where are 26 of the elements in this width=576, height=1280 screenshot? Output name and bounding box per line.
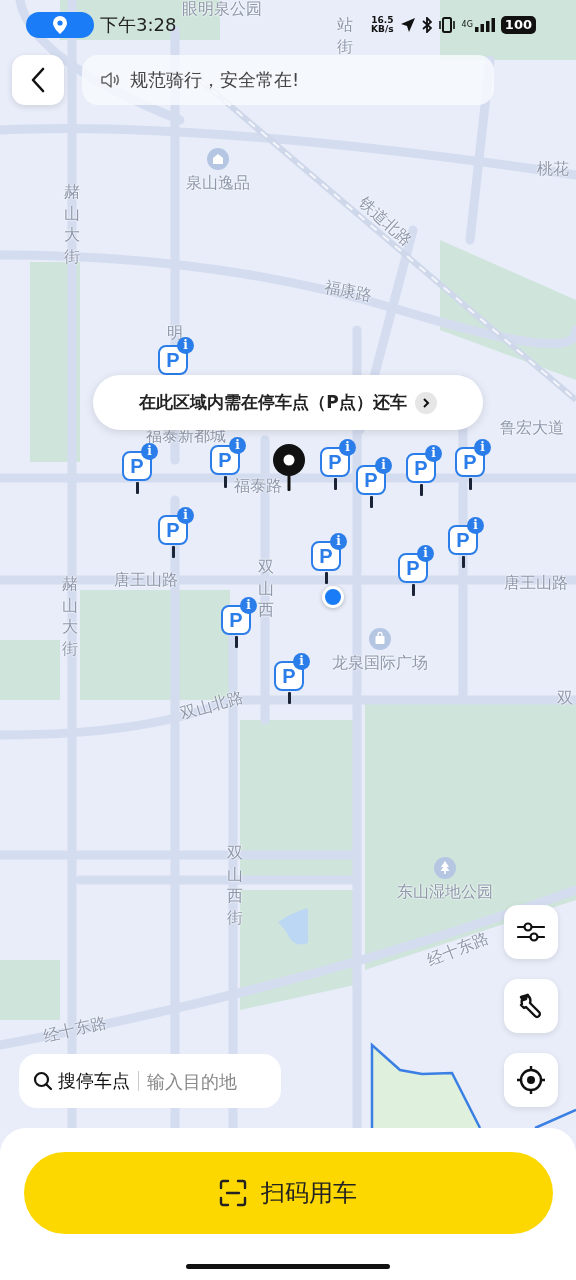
map-label: 眼明泉公园: [182, 0, 262, 20]
map-label: 铁道北路: [354, 192, 416, 252]
map-label: 经十东路: [424, 928, 492, 972]
map-label: 站街: [337, 14, 353, 58]
map-label: 泉山逸品: [186, 172, 250, 194]
map-label: 桃花: [537, 158, 569, 180]
map-label: 双山西街: [227, 841, 243, 929]
map-label: 双: [557, 687, 573, 709]
map-label: 唐王山路: [504, 572, 568, 594]
clock-time: 下午3:28: [100, 13, 177, 37]
map-label: 龙泉国际广场: [332, 652, 428, 674]
map-label: 经十东路: [41, 1012, 109, 1048]
map-label: 东山湿地公园: [397, 881, 493, 903]
map-label: 鲁宏大道: [500, 417, 564, 439]
network-speed-value: 16.5: [371, 16, 394, 25]
map-label: 赭山大街: [64, 180, 80, 268]
map-label: 唐王山路: [114, 569, 178, 591]
map-label: 双山西: [258, 555, 274, 621]
map-label: 福康路: [322, 277, 374, 307]
network-type: 4G: [461, 20, 473, 29]
notice-text: 规范骑行，安全常在!: [130, 68, 300, 92]
map-label: 双山北路: [178, 687, 246, 725]
map-label: 赭山大街: [62, 572, 78, 660]
network-speed-unit: KB/s: [371, 25, 394, 34]
battery-indicator: 100: [500, 16, 536, 34]
tooltip-text: 在此区域内需在停车点（P点）还车: [139, 391, 407, 414]
